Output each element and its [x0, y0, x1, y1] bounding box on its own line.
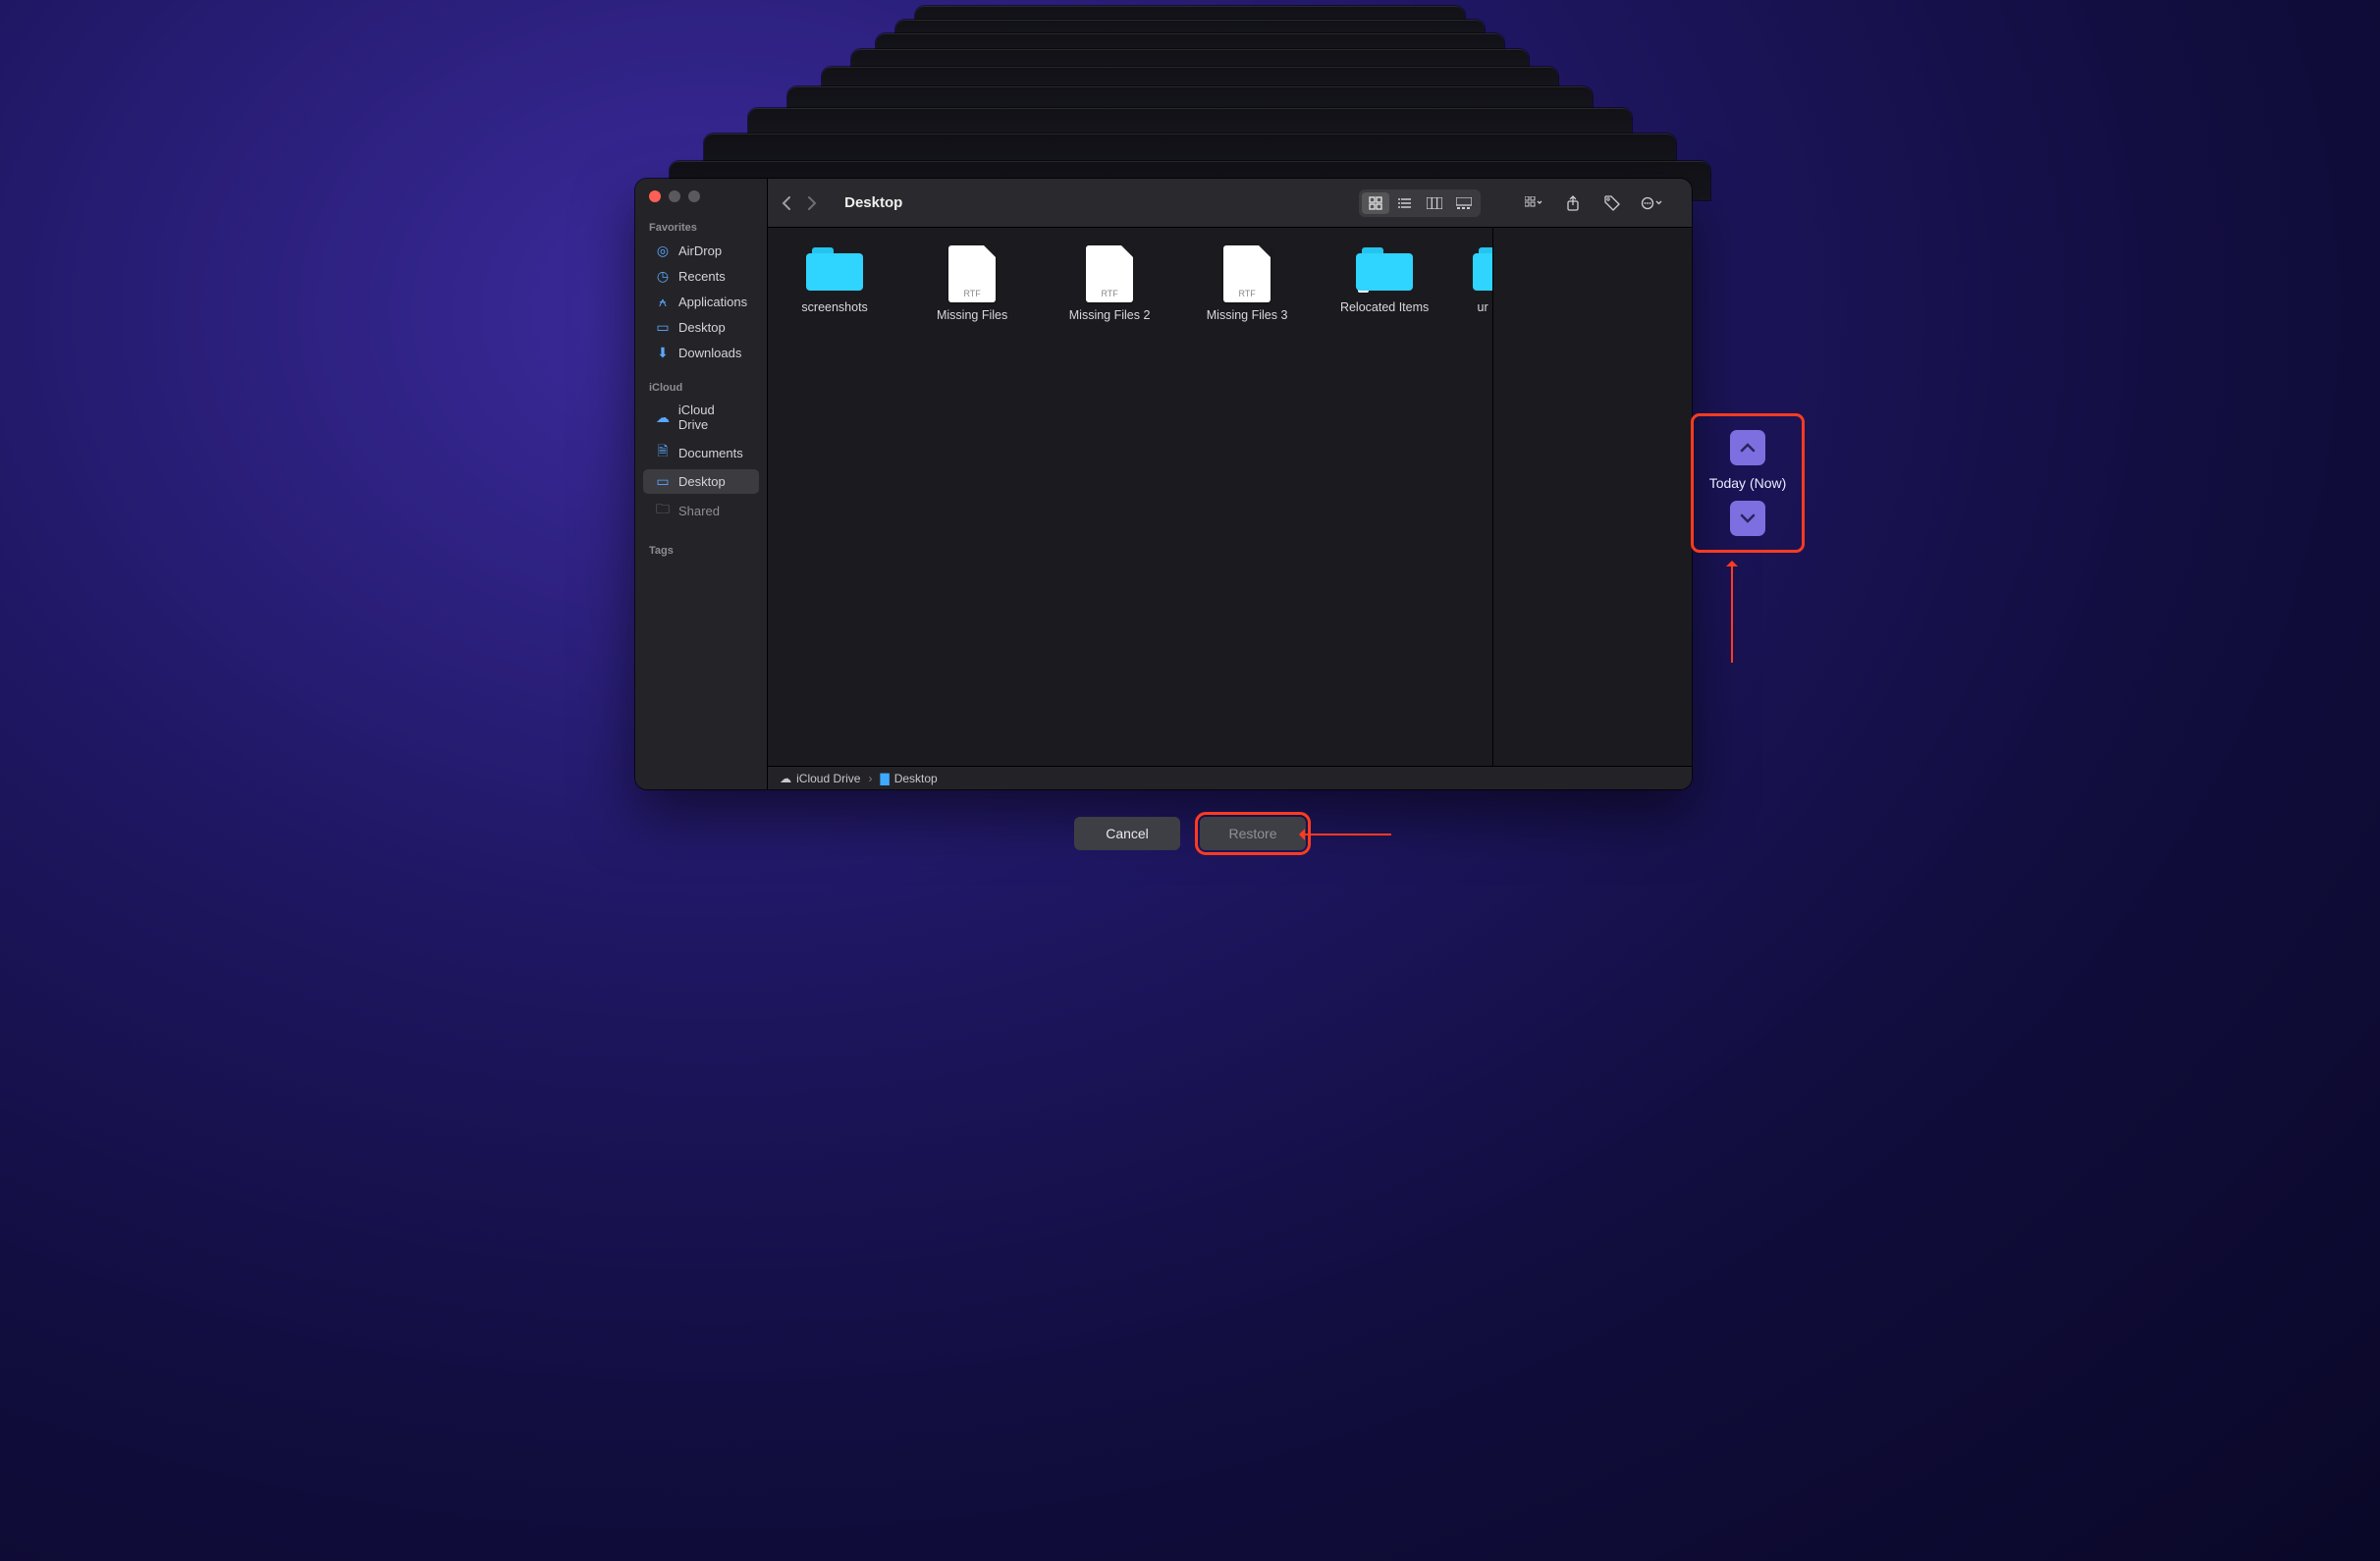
action-bar: Cancel Restore	[1074, 817, 1306, 850]
sidebar-item-applications[interactable]: ⍲ Applications	[643, 290, 759, 314]
window-title: Desktop	[844, 194, 902, 211]
view-switcher	[1359, 189, 1481, 217]
toolbar: Desktop	[768, 179, 1692, 228]
sidebar: Favorites ◎ AirDrop ◷ Recents ⍲ Application…	[635, 179, 768, 789]
sidebar-heading-favorites: Favorites	[635, 218, 767, 238]
cancel-button[interactable]: Cancel	[1074, 817, 1180, 850]
file-item[interactable]: Missing Files	[923, 245, 1021, 322]
column-view-button[interactable]	[1421, 192, 1448, 214]
finder-main: Desktop	[768, 179, 1692, 789]
restore-button[interactable]: Restore	[1200, 817, 1306, 850]
folder-alias-icon: ↗	[1356, 245, 1413, 291]
sidebar-item-label: AirDrop	[678, 243, 722, 258]
desktop-icon: ▭	[655, 319, 671, 336]
file-label: ur	[1473, 300, 1492, 314]
path-separator-icon: ›	[868, 772, 872, 785]
window-controls	[635, 190, 767, 218]
sidebar-item-shared[interactable]: 🗀 Shared	[643, 495, 759, 526]
annotation-arrow-icon	[1731, 565, 1733, 663]
icon-view-button[interactable]	[1362, 192, 1389, 214]
icon-grid[interactable]: screenshots Missing Files Missing Files …	[768, 228, 1492, 766]
annotation-arrow-icon	[1303, 834, 1391, 835]
sidebar-heading-icloud: iCloud	[635, 378, 767, 398]
file-item[interactable]: Missing Files 3	[1198, 245, 1296, 322]
timeline-label: Today (Now)	[1704, 475, 1792, 491]
gallery-view-button[interactable]	[1450, 192, 1478, 214]
zoom-button[interactable]	[688, 190, 700, 202]
timeline-navigator: Today (Now)	[1694, 416, 1802, 550]
tags-button[interactable]	[1598, 192, 1626, 214]
list-view-button[interactable]	[1391, 192, 1419, 214]
sidebar-item-airdrop[interactable]: ◎ AirDrop	[643, 239, 759, 263]
timeline-prev-button[interactable]	[1730, 430, 1765, 465]
path-label: Desktop	[894, 772, 938, 785]
action-button[interactable]	[1638, 192, 1665, 214]
folder-icon	[806, 245, 863, 291]
file-label: screenshots	[785, 300, 884, 314]
folder-icon: ▇	[880, 772, 889, 785]
sidebar-item-label: Desktop	[678, 474, 726, 489]
sidebar-item-icloud-drive[interactable]: ☁ iCloud Drive	[643, 399, 759, 436]
group-by-button[interactable]	[1520, 192, 1547, 214]
path-segment[interactable]: ☁ iCloud Drive	[780, 772, 860, 785]
file-item[interactable]: screenshots	[785, 245, 884, 314]
clock-icon: ◷	[655, 268, 671, 285]
forward-button[interactable]	[807, 196, 827, 210]
share-button[interactable]	[1559, 192, 1587, 214]
alias-badge-icon: ↗	[1358, 283, 1368, 293]
preview-pane	[1492, 228, 1692, 766]
file-label: Missing Files 2	[1060, 308, 1159, 322]
rtf-icon	[1223, 245, 1271, 302]
path-segment[interactable]: ▇ Desktop	[880, 772, 937, 785]
file-item[interactable]: ↗ Relocated Items	[1335, 245, 1433, 314]
file-label: Relocated Items	[1335, 300, 1433, 314]
rtf-icon	[1086, 245, 1133, 302]
finder-window: Favorites ◎ AirDrop ◷ Recents ⍲ Application…	[635, 179, 1692, 789]
document-icon: 🗎	[655, 441, 671, 464]
airdrop-icon: ◎	[655, 242, 671, 259]
back-button[interactable]	[782, 196, 801, 210]
sidebar-item-recents[interactable]: ◷ Recents	[643, 264, 759, 289]
file-item[interactable]: ur	[1473, 245, 1492, 314]
sidebar-item-label: Shared	[678, 504, 720, 518]
path-label: iCloud Drive	[796, 772, 860, 785]
sidebar-item-label: Documents	[678, 446, 743, 460]
sidebar-item-label: Downloads	[678, 346, 741, 360]
sidebar-item-icloud-desktop[interactable]: ▭ Desktop	[643, 469, 759, 494]
file-label: Missing Files 3	[1198, 308, 1296, 322]
sidebar-item-documents[interactable]: 🗎 Documents	[643, 437, 759, 468]
timeline-next-button[interactable]	[1730, 501, 1765, 536]
sidebar-item-label: Desktop	[678, 320, 726, 335]
cloud-icon: ☁	[780, 772, 791, 785]
sidebar-item-downloads[interactable]: ⬇ Downloads	[643, 341, 759, 365]
desktop-icon: ▭	[655, 473, 671, 490]
downloads-icon: ⬇	[655, 345, 671, 361]
sidebar-item-label: iCloud Drive	[678, 403, 747, 432]
content-area: screenshots Missing Files Missing Files …	[768, 228, 1692, 766]
sidebar-item-label: Recents	[678, 269, 726, 284]
cloud-icon: ☁	[655, 409, 671, 426]
file-item[interactable]: Missing Files 2	[1060, 245, 1159, 322]
folder-icon	[1473, 245, 1492, 291]
sidebar-item-desktop[interactable]: ▭ Desktop	[643, 315, 759, 340]
sidebar-heading-tags: Tags	[635, 541, 767, 561]
sidebar-item-label: Applications	[678, 295, 747, 309]
path-bar: ☁ iCloud Drive › ▇ Desktop	[768, 766, 1692, 789]
rtf-icon	[948, 245, 996, 302]
shared-icon: 🗀	[655, 499, 671, 522]
apps-icon: ⍲	[655, 294, 671, 310]
file-label: Missing Files	[923, 308, 1021, 322]
close-button[interactable]	[649, 190, 661, 202]
minimize-button[interactable]	[669, 190, 680, 202]
